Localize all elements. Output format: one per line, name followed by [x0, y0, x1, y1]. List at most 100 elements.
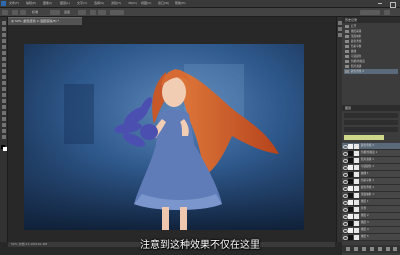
layer-mask-thumbnail[interactable]	[354, 171, 359, 177]
move-tool-icon[interactable]	[1, 21, 6, 25]
menu-edit[interactable]: 编辑(E)	[26, 0, 36, 7]
layer-row[interactable]: 图层 2	[342, 213, 400, 220]
search-icon[interactable]	[384, 9, 390, 15]
hand-tool-icon[interactable]	[1, 129, 6, 133]
document-tab-title: @ 50% (颜色查找 2, 图层蒙版/8) *	[11, 19, 60, 23]
layer-name: 图层 3	[361, 221, 369, 224]
link-layers-icon[interactable]	[346, 247, 350, 251]
layer-row[interactable]: 颜色查找 1	[342, 185, 400, 192]
layer-row[interactable]: 色彩平衡 1	[342, 178, 400, 185]
eraser-tool-icon[interactable]	[1, 81, 6, 85]
workspace-select[interactable]	[360, 9, 380, 15]
layer-row[interactable]: 颜色查找 2	[342, 143, 400, 150]
menu-window[interactable]: 窗口(W)	[158, 0, 169, 7]
layer-mask-thumbnail[interactable]	[354, 199, 359, 205]
height-field[interactable]	[98, 9, 106, 15]
layer-mask-thumbnail[interactable]	[354, 234, 359, 240]
refine-edge-button[interactable]	[110, 9, 124, 15]
zoom-tool-icon[interactable]	[1, 135, 6, 139]
eyedropper-tool-icon[interactable]	[1, 51, 6, 55]
menu-filter[interactable]: 滤镜(T)	[111, 0, 121, 7]
layer-mask-thumbnail[interactable]	[354, 164, 359, 170]
history-panel-header[interactable]: 历史记录	[342, 17, 400, 23]
layer-row[interactable]: 曲线 1	[342, 171, 400, 178]
history-step-icon	[345, 40, 349, 43]
layer-row[interactable]: 图层 3	[342, 220, 400, 227]
layer-thumbnail	[348, 150, 353, 156]
feather-field[interactable]	[50, 9, 60, 15]
layer-mask-thumbnail[interactable]	[354, 206, 359, 212]
layer-name: 背景	[361, 207, 367, 210]
close-icon[interactable]	[390, 1, 396, 8]
layer-name: 色相/饱和度 1	[361, 151, 378, 154]
marquee-tool-icon[interactable]	[1, 27, 6, 31]
layer-row[interactable]: 图层 1	[342, 199, 400, 206]
dodge-tool-icon[interactable]	[1, 99, 6, 103]
type-tool-icon[interactable]	[1, 111, 6, 115]
layer-mask-thumbnail[interactable]	[354, 227, 359, 233]
trash-icon[interactable]	[393, 247, 397, 251]
menu-help[interactable]: 帮助(H)	[175, 0, 186, 7]
gradient-tool-icon[interactable]	[1, 87, 6, 91]
adjustment-layer-icon[interactable]	[370, 247, 374, 251]
layer-mask-thumbnail[interactable]	[354, 213, 359, 219]
menu-3d[interactable]: 3D(D)	[128, 0, 137, 7]
menu-image[interactable]: 图像(I)	[43, 0, 52, 7]
new-selection-icon[interactable]	[12, 9, 18, 15]
history-item[interactable]: 颜色查找 2	[344, 69, 398, 74]
layer-mask-thumbnail[interactable]	[354, 157, 359, 163]
layer-thumbnail	[348, 171, 353, 177]
lasso-tool-icon[interactable]	[1, 33, 6, 37]
pen-tool-icon[interactable]	[1, 105, 6, 109]
layers-footer	[342, 245, 400, 253]
blend-mode-select[interactable]	[344, 120, 398, 125]
menu-layer[interactable]: 图层(L)	[60, 0, 70, 7]
history-brush-tool-icon[interactable]	[1, 75, 6, 79]
layer-row[interactable]: 色相/饱和度 1	[342, 150, 400, 157]
tool-preset-icon[interactable]	[2, 9, 8, 15]
quick-select-tool-icon[interactable]	[1, 39, 6, 43]
style-select[interactable]: 标准	[32, 8, 38, 16]
shape-tool-icon[interactable]	[1, 123, 6, 127]
brush-tool-icon[interactable]	[1, 63, 6, 67]
menu-file[interactable]: 文件(F)	[9, 0, 19, 7]
layer-name: 照片滤镜 1	[361, 158, 374, 161]
layer-row[interactable]: 图层 5	[342, 234, 400, 241]
new-layer-icon[interactable]	[386, 247, 390, 251]
background-color-swatch[interactable]	[2, 147, 7, 151]
layers-panel-header[interactable]: 图层	[342, 105, 400, 111]
menu-type[interactable]: 文字(Y)	[77, 0, 87, 7]
layer-name: 曲线 1	[361, 172, 369, 175]
clone-stamp-tool-icon[interactable]	[1, 69, 6, 73]
layer-filter-bar[interactable]	[344, 113, 398, 118]
blur-tool-icon[interactable]	[1, 93, 6, 97]
healing-brush-tool-icon[interactable]	[1, 57, 6, 61]
layer-mask-thumbnail[interactable]	[354, 220, 359, 226]
layer-thumbnail	[348, 143, 353, 149]
minimize-icon[interactable]	[378, 3, 382, 4]
layer-row[interactable]: 背景	[342, 206, 400, 213]
layer-row[interactable]: 可选颜色 1	[342, 164, 400, 171]
add-selection-icon[interactable]	[20, 9, 26, 15]
document-tab[interactable]: @ 50% (颜色查找 2, 图层蒙版/8) *	[8, 17, 82, 25]
layer-row[interactable]: 渐变映射 1	[342, 192, 400, 199]
lock-row[interactable]	[344, 127, 398, 132]
path-select-tool-icon[interactable]	[1, 117, 6, 121]
width-field[interactable]	[78, 9, 86, 15]
layer-mask-thumbnail[interactable]	[354, 185, 359, 191]
menu-select[interactable]: 选择(S)	[94, 0, 104, 7]
layer-mask-thumbnail[interactable]	[354, 143, 359, 149]
new-group-icon[interactable]	[378, 247, 382, 251]
swap-icon[interactable]	[90, 9, 96, 15]
layer-mask-thumbnail[interactable]	[354, 178, 359, 184]
fx-icon[interactable]	[354, 247, 358, 251]
layer-mask-thumbnail[interactable]	[354, 192, 359, 198]
layer-row[interactable]: 照片滤镜 1	[342, 157, 400, 164]
document-photo[interactable]	[24, 44, 304, 230]
menu-view[interactable]: 视图(V)	[141, 0, 151, 7]
photo-image	[24, 44, 304, 230]
layer-row[interactable]: 图层 4	[342, 227, 400, 234]
add-mask-icon[interactable]	[362, 247, 366, 251]
crop-tool-icon[interactable]	[1, 45, 6, 49]
layer-mask-thumbnail[interactable]	[354, 150, 359, 156]
